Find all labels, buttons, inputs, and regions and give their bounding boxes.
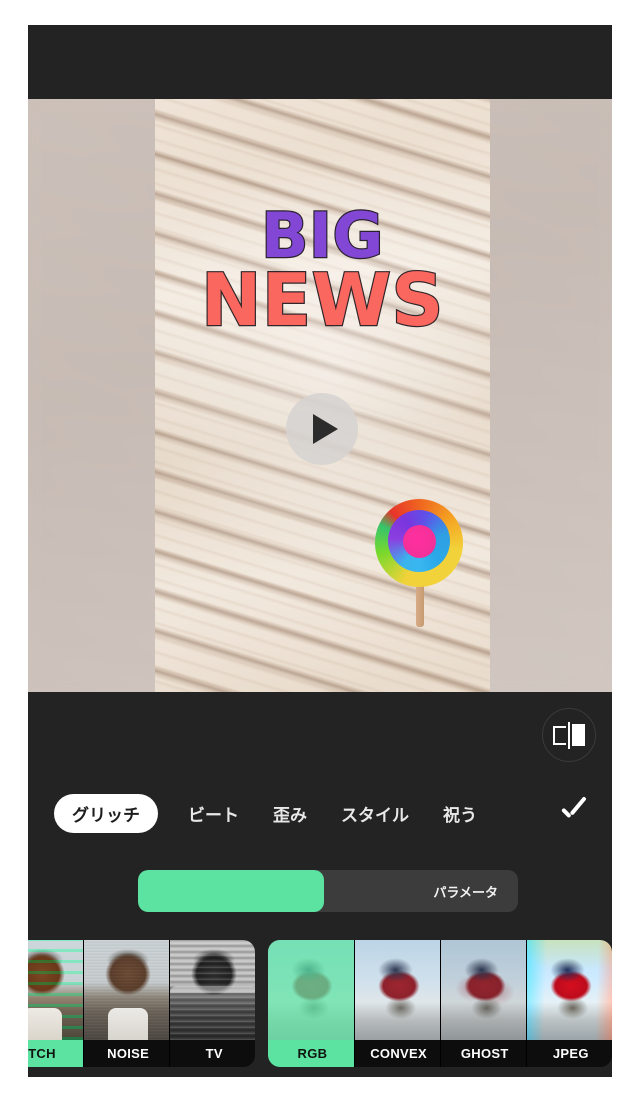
- effect-thumb-ghost[interactable]: GHOST: [440, 940, 527, 1067]
- effect-thumb-preview: [84, 940, 170, 1040]
- effect-thumb-noise[interactable]: NOISE: [84, 940, 171, 1067]
- video-effects-editor: BIG NEWS グリッチ ビート 歪み スタイル 祝う パラメータ TCH N…: [28, 25, 612, 1077]
- play-button[interactable]: [286, 393, 358, 465]
- effect-thumb-label: GHOST: [440, 1040, 526, 1067]
- effect-thumb-preview: [440, 940, 526, 1040]
- filmstrip-group-2: RGB CONVEX GHOST JPEG: [268, 940, 612, 1067]
- status-bar: [28, 25, 612, 99]
- video-frame[interactable]: BIG NEWS: [155, 99, 490, 692]
- compare-left-icon: [552, 725, 566, 745]
- effect-thumb-label: RGB: [268, 1040, 354, 1067]
- effect-thumb-tv[interactable]: TV: [170, 940, 256, 1067]
- effect-thumb-preview: [170, 940, 256, 1040]
- effect-thumb-label: CONVEX: [354, 1040, 440, 1067]
- effect-thumb-preview: [28, 940, 84, 1040]
- video-preview-stage[interactable]: BIG NEWS: [28, 99, 612, 692]
- effect-thumb-glitch[interactable]: TCH: [28, 940, 85, 1067]
- compare-before-after-button[interactable]: [542, 708, 596, 762]
- effect-thumb-preview: [526, 940, 612, 1040]
- tab-style[interactable]: スタイル: [337, 794, 413, 833]
- play-icon: [312, 414, 338, 444]
- tab-glitch[interactable]: グリッチ: [54, 793, 158, 833]
- effect-thumb-convex[interactable]: CONVEX: [354, 940, 441, 1067]
- lollipop-sticker[interactable]: [375, 499, 465, 627]
- effect-filmstrip[interactable]: TCH NOISE TV RGB CONVEX GHOST JPEG: [28, 940, 612, 1067]
- parameter-slider-fill: [138, 870, 325, 912]
- filmstrip-group-1: TCH NOISE TV: [28, 940, 256, 1067]
- effect-thumb-preview: [354, 940, 440, 1040]
- effect-thumb-label: TV: [170, 1040, 256, 1067]
- checkmark-icon[interactable]: [556, 796, 590, 830]
- tab-celebrate[interactable]: 祝う: [439, 794, 481, 833]
- compare-toolbar: [28, 692, 612, 777]
- effect-category-tabs: グリッチ ビート 歪み スタイル 祝う: [28, 777, 612, 849]
- effect-thumb-label: JPEG: [526, 1040, 612, 1067]
- effect-thumb-label: TCH: [28, 1040, 84, 1067]
- parameter-slider[interactable]: パラメータ: [138, 870, 518, 912]
- lollipop-ring-inner: [403, 525, 436, 558]
- compare-divider-icon: [567, 721, 571, 749]
- parameter-slider-label: パラメータ: [433, 885, 498, 900]
- effect-thumb-label: NOISE: [84, 1040, 170, 1067]
- compare-right-icon: [572, 724, 586, 746]
- effect-thumb-rgb[interactable]: RGB: [268, 940, 355, 1067]
- tab-distortion[interactable]: 歪み: [269, 794, 311, 833]
- effect-thumb-selected-overlay: [268, 940, 354, 1040]
- effect-thumb-jpeg[interactable]: JPEG: [526, 940, 612, 1067]
- tab-beat[interactable]: ビート: [184, 794, 243, 833]
